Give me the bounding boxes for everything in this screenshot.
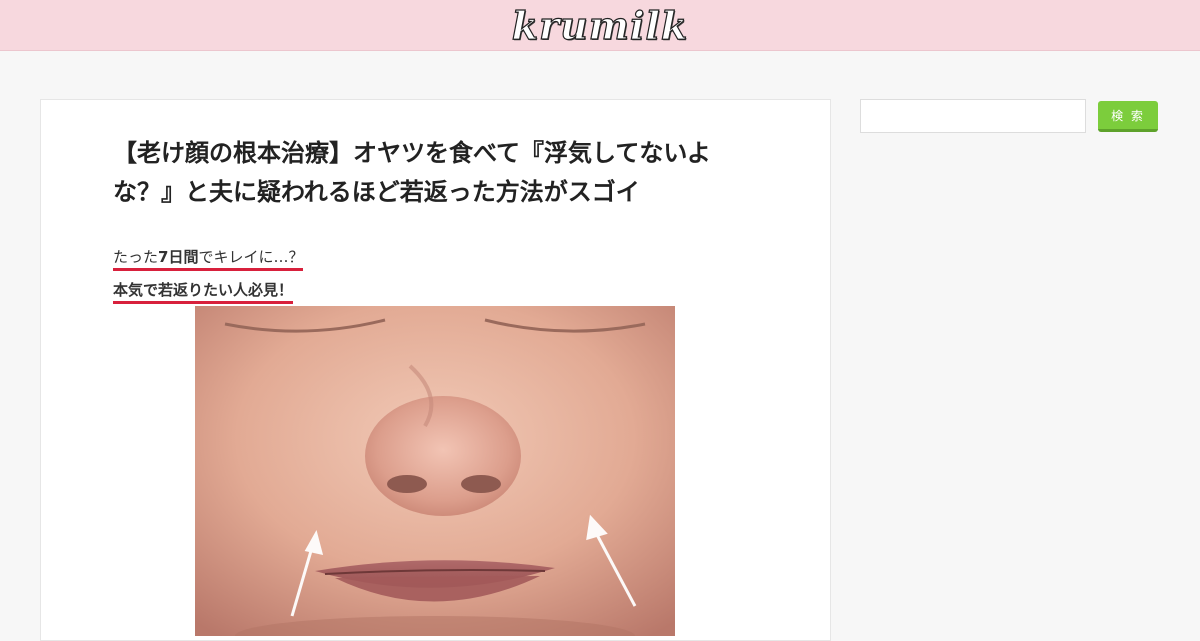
article-title: 【老け顔の根本治療】オヤツを食べて『浮気してないよな？』と夫に疑われるほど若返っ… [113,139,711,206]
subtitle-1-suffix: でキレイに…？ [198,248,304,266]
search-button[interactable]: 検 索 [1098,101,1158,132]
subtitle-1-bold: 7日間 [158,248,199,266]
search-input[interactable] [860,99,1086,133]
article-face-photo [195,306,675,636]
article-card: 【老け顔の根本治療】オヤツを食べて『浮気してないよな？』と夫に疑われるほど若返っ… [40,99,831,641]
article-subtitle-2: 本気で若返りたい人必見！ [113,281,294,304]
face-illustration [195,306,675,636]
site-header: krumilk [0,0,1200,51]
site-logo[interactable]: krumilk [0,5,1200,46]
subtitle-1-prefix: たった [113,248,159,266]
article-subtitle-1: たった7日間でキレイに…？ [113,248,304,271]
